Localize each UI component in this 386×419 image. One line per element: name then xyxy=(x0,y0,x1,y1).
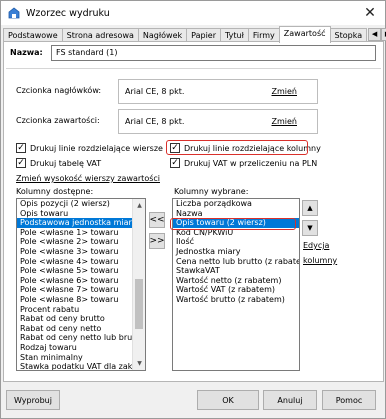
tab-strip: Podstawowe Strona adresowa Nagłówek Papi… xyxy=(3,26,386,43)
available-column-item[interactable]: Pole <własne 2> towaru xyxy=(17,237,145,247)
divider xyxy=(6,68,381,69)
add-column-button[interactable]: >> xyxy=(149,233,165,249)
available-column-item[interactable]: Stan minimalny xyxy=(17,353,145,363)
selected-column-item[interactable]: Liczba porządkowa xyxy=(173,199,299,209)
tab-scroll-right-icon[interactable]: ▶ xyxy=(381,28,386,41)
available-column-item[interactable]: Procent rabatu xyxy=(17,305,145,315)
close-icon[interactable]: ✕ xyxy=(361,4,379,22)
highlight-frame xyxy=(170,218,296,230)
tab-tytul[interactable]: Tytuł xyxy=(220,28,249,42)
tab-scroll-buttons: ◀ ▶ xyxy=(368,28,386,42)
selected-column-item[interactable]: Wartość netto (z rabatem) xyxy=(173,276,299,286)
row-height-link[interactable]: Zmień wysokość wierszy zawartości xyxy=(16,174,160,183)
available-column-item[interactable]: Rabat od ceny netto lub brutt xyxy=(17,333,145,343)
header-font-box: Arial CE, 8 pkt. Zmień xyxy=(118,79,318,104)
vat-pln-label: Drukuj VAT w przeliczeniu na PLN xyxy=(184,158,318,168)
cancel-button[interactable]: Anuluj xyxy=(263,390,317,410)
content-font-value: Arial CE, 8 pkt. xyxy=(125,117,185,126)
available-column-item[interactable]: Pole <własne 7> towaru xyxy=(17,285,145,295)
available-column-item[interactable]: Pole <własne 1> towaru xyxy=(17,228,145,238)
name-input[interactable]: FS standard (1) xyxy=(51,45,376,61)
available-items: Opis pozycji (2 wiersz) Opis towaru Podsta… xyxy=(17,199,145,370)
available-column-item[interactable]: Pole <własne 3> towaru xyxy=(17,247,145,257)
tab-strona-adresowa[interactable]: Strona adresowa xyxy=(61,28,139,42)
content-font-box: Arial CE, 8 pkt. Zmień xyxy=(118,109,318,134)
available-column-item[interactable]: Rabat od ceny netto xyxy=(17,324,145,334)
checkmark-icon: ✓ xyxy=(170,158,180,168)
scroll-up-icon[interactable]: ▲ xyxy=(133,199,145,212)
checkmark-icon: ✓ xyxy=(16,143,26,153)
available-column-item[interactable]: Pole <własne 4> towaru xyxy=(17,257,145,267)
selected-column-item[interactable]: Nazwa xyxy=(173,209,299,219)
tab-scroll-left-icon[interactable]: ◀ xyxy=(368,28,382,41)
remove-column-button[interactable]: << xyxy=(149,212,165,228)
content-font-label: Czcionka zawartości: xyxy=(16,116,100,125)
content-font-change-link[interactable]: Zmień xyxy=(272,117,298,126)
available-columns-label: Kolumny dostępne: xyxy=(16,187,94,196)
tab-podstawowe[interactable]: Podstawowe xyxy=(3,28,63,42)
name-label: Nazwa: xyxy=(10,48,43,57)
dialog-window: Wzorzec wydruku ✕ Podstawowe Strona adre… xyxy=(0,0,386,419)
move-down-icon[interactable]: ▼ xyxy=(302,220,318,236)
window-title: Wzorzec wydruku xyxy=(26,7,110,19)
vat-table-label: Drukuj tabelę VAT xyxy=(30,158,102,168)
app-icon xyxy=(8,7,20,19)
selected-column-item[interactable]: Jednostka miary xyxy=(173,247,299,257)
tab-panel-zawartosc: Nazwa: FS standard (1) Czcionka nagłówkó… xyxy=(3,41,384,382)
header-font-change-link[interactable]: Zmień xyxy=(272,87,298,96)
vat-pln-checkbox[interactable]: ✓ Drukuj VAT w przeliczeniu na PLN xyxy=(170,158,317,168)
available-columns-list[interactable]: Opis pozycji (2 wiersz) Opis towaru Podsta… xyxy=(16,198,146,371)
selected-column-item[interactable]: Wartość brutto (z rabatem) xyxy=(173,295,299,305)
move-up-icon[interactable]: ▲ xyxy=(302,200,318,216)
tab-papier[interactable]: Papier xyxy=(186,28,222,42)
selected-column-item[interactable]: Wartość VAT (z rabatem) xyxy=(173,285,299,295)
edit-columns-link-line1[interactable]: Edycja xyxy=(303,241,329,250)
checkmark-icon: ✓ xyxy=(16,158,26,168)
available-column-item[interactable]: Rodzaj towaru xyxy=(17,343,145,353)
ok-button[interactable]: OK xyxy=(197,390,259,410)
selected-column-item[interactable]: Cena netto lub brutto (z rabatem xyxy=(173,257,299,267)
scroll-down-icon[interactable]: ▼ xyxy=(133,357,145,370)
available-column-item[interactable]: Opis pozycji (2 wiersz) xyxy=(17,199,145,209)
help-button[interactable]: Pomoc xyxy=(322,390,376,410)
available-column-item[interactable]: Podstawowa jednostka miary xyxy=(17,218,145,228)
selected-items: Liczba porządkowa Nazwa Opis towaru (2 wie… xyxy=(173,199,299,305)
edit-columns-link-line2[interactable]: kolumny xyxy=(303,256,337,265)
tab-zawartosc[interactable]: Zawartość xyxy=(278,26,331,43)
available-column-item[interactable]: Stawka podatku VAT dla zaku xyxy=(17,362,145,370)
tab-stopka[interactable]: Stopka xyxy=(329,28,368,42)
available-column-item[interactable]: Pole <własne 5> towaru xyxy=(17,266,145,276)
selected-column-item[interactable]: StawkaVAT xyxy=(173,266,299,276)
preview-button[interactable]: Wyprobuj xyxy=(6,390,60,410)
selected-columns-label: Kolumny wybrane: xyxy=(174,187,249,196)
available-column-item[interactable]: Pole <własne 6> towaru xyxy=(17,276,145,286)
highlight-frame xyxy=(166,140,308,155)
available-column-item[interactable]: Opis towaru xyxy=(17,209,145,219)
header-font-label: Czcionka nagłówków: xyxy=(16,86,102,95)
tab-firmy[interactable]: Firmy xyxy=(247,28,280,42)
available-scrollbar[interactable]: ▲ ▼ xyxy=(132,199,145,370)
selected-column-item[interactable]: Ilość xyxy=(173,237,299,247)
available-column-item[interactable]: Rabat od ceny brutto xyxy=(17,314,145,324)
title-bar: Wzorzec wydruku ✕ xyxy=(1,1,385,25)
header-font-value: Arial CE, 8 pkt. xyxy=(125,87,185,96)
tab-naglowek[interactable]: Nagłówek xyxy=(137,28,188,42)
available-column-item[interactable]: Pole <własne 8> towaru xyxy=(17,295,145,305)
vat-table-checkbox[interactable]: ✓ Drukuj tabelę VAT xyxy=(16,158,101,168)
row-lines-checkbox[interactable]: ✓ Drukuj linie rozdzielające wiersze xyxy=(16,143,163,153)
row-lines-label: Drukuj linie rozdzielające wiersze xyxy=(30,143,163,153)
scroll-thumb[interactable] xyxy=(135,279,143,329)
